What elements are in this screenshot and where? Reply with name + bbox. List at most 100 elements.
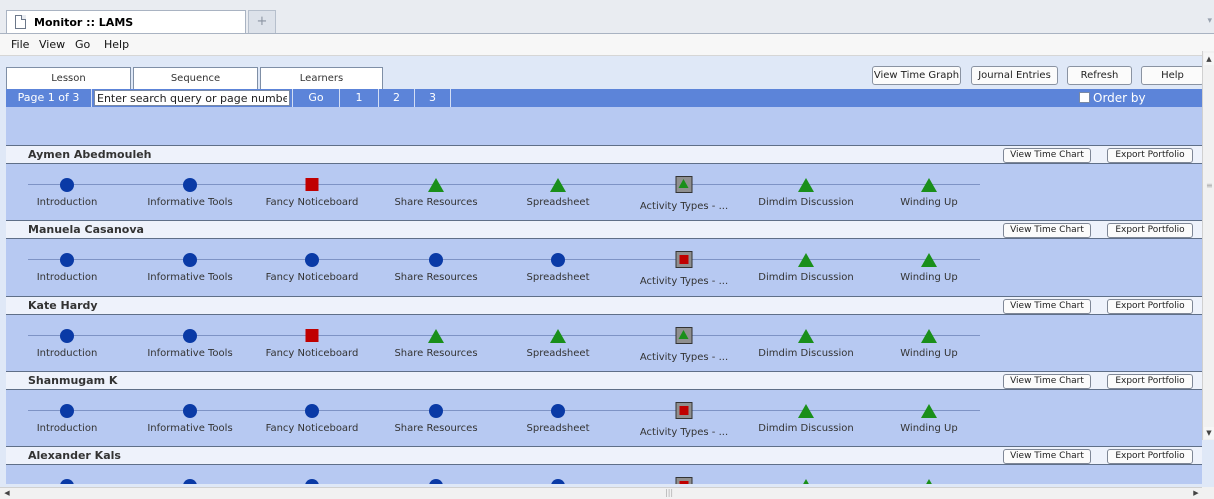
not-started-triangle-icon[interactable] (550, 178, 566, 192)
completed-circle-icon[interactable] (183, 329, 197, 343)
activity-4[interactable]: Spreadsheet (498, 164, 618, 221)
not-started-triangle-icon[interactable] (921, 404, 937, 418)
activity-5[interactable]: Activity Types - ... (624, 465, 744, 484)
view-time-chart-button[interactable]: View Time Chart (1003, 374, 1091, 389)
gate-current-square-icon[interactable] (675, 402, 693, 419)
export-portfolio-button[interactable]: Export Portfolio (1107, 299, 1193, 314)
completed-circle-icon[interactable] (183, 404, 197, 418)
not-started-triangle-icon[interactable] (428, 329, 444, 343)
activity-1[interactable]: Informative Tools (130, 239, 250, 296)
activity-1[interactable]: Informative Tools (130, 390, 250, 447)
activity-6[interactable]: Dimdim Discussion (746, 390, 866, 447)
activity-3[interactable]: Share Resources (376, 164, 496, 221)
activity-0[interactable]: Introduction (7, 390, 127, 447)
menu-view[interactable]: View (39, 38, 65, 51)
view-time-chart-button[interactable]: View Time Chart (1003, 449, 1091, 464)
activity-4[interactable]: Spreadsheet (498, 465, 618, 484)
vertical-scrollbar[interactable]: ▲ ≡ ▼ (1202, 51, 1214, 440)
order-by-completion-checkbox[interactable] (1079, 92, 1090, 103)
activity-7[interactable]: Winding Up (869, 239, 989, 296)
completed-circle-icon[interactable] (60, 253, 74, 267)
not-started-triangle-icon[interactable] (798, 253, 814, 267)
page-link-3[interactable]: 3 (415, 89, 451, 107)
not-started-triangle-icon[interactable] (921, 178, 937, 192)
export-portfolio-button[interactable]: Export Portfolio (1107, 223, 1193, 238)
activity-6[interactable]: Dimdim Discussion (746, 315, 866, 372)
activity-0[interactable]: Introduction (7, 465, 127, 484)
view-time-graph-button[interactable]: View Time Graph (872, 66, 961, 85)
not-started-triangle-icon[interactable] (798, 329, 814, 343)
completed-circle-icon[interactable] (305, 404, 319, 418)
not-started-triangle-icon[interactable] (921, 479, 937, 484)
gate-current-square-icon[interactable] (675, 251, 693, 268)
menu-file[interactable]: File (11, 38, 29, 51)
completed-circle-icon[interactable] (429, 479, 443, 484)
gate-triangle-icon[interactable] (675, 176, 693, 193)
activity-3[interactable]: Share Resources (376, 239, 496, 296)
completed-circle-icon[interactable] (305, 479, 319, 484)
help-button[interactable]: Help (1141, 66, 1204, 85)
not-started-triangle-icon[interactable] (798, 404, 814, 418)
activity-3[interactable]: Share Resources (376, 390, 496, 447)
not-started-triangle-icon[interactable] (428, 178, 444, 192)
activity-7[interactable]: Winding Up (869, 315, 989, 372)
activity-3[interactable]: Share Resources (376, 465, 496, 484)
activity-1[interactable]: Informative Tools (130, 465, 250, 484)
scroll-right-icon[interactable]: ▶ (1190, 488, 1202, 499)
not-started-triangle-icon[interactable] (798, 479, 814, 484)
not-started-triangle-icon[interactable] (921, 253, 937, 267)
completed-circle-icon[interactable] (551, 479, 565, 484)
activity-1[interactable]: Informative Tools (130, 315, 250, 372)
activity-4[interactable]: Spreadsheet (498, 315, 618, 372)
export-portfolio-button[interactable]: Export Portfolio (1107, 449, 1193, 464)
activity-0[interactable]: Introduction (7, 315, 127, 372)
scroll-left-icon[interactable]: ◀ (1, 488, 13, 499)
browser-tab[interactable]: Monitor :: LAMS (6, 10, 246, 34)
activity-0[interactable]: Introduction (7, 239, 127, 296)
activity-4[interactable]: Spreadsheet (498, 390, 618, 447)
completed-circle-icon[interactable] (429, 253, 443, 267)
not-started-triangle-icon[interactable] (798, 178, 814, 192)
scroll-down-icon[interactable]: ▼ (1204, 427, 1214, 439)
activity-7[interactable]: Winding Up (869, 164, 989, 221)
activity-4[interactable]: Spreadsheet (498, 239, 618, 296)
completed-circle-icon[interactable] (429, 404, 443, 418)
gate-triangle-icon[interactable] (675, 327, 693, 344)
not-started-triangle-icon[interactable] (921, 329, 937, 343)
activity-1[interactable]: Informative Tools (130, 164, 250, 221)
completed-circle-icon[interactable] (183, 253, 197, 267)
activity-7[interactable]: Winding Up (869, 465, 989, 484)
completed-circle-icon[interactable] (60, 479, 74, 484)
activity-5[interactable]: Activity Types - ... (624, 315, 744, 372)
page-link-2[interactable]: 2 (379, 89, 415, 107)
tab-list-chevron-icon[interactable]: ▾ (1207, 16, 1212, 26)
gate-current-square-icon[interactable] (675, 477, 693, 484)
activity-2[interactable]: Fancy Noticeboard (252, 465, 372, 484)
current-square-icon[interactable] (305, 178, 319, 191)
horizontal-scrollbar[interactable]: ◀ ||| ▶ (0, 487, 1202, 499)
completed-circle-icon[interactable] (183, 479, 197, 484)
export-portfolio-button[interactable]: Export Portfolio (1107, 374, 1193, 389)
export-portfolio-button[interactable]: Export Portfolio (1107, 148, 1193, 163)
completed-circle-icon[interactable] (551, 404, 565, 418)
activity-5[interactable]: Activity Types - ... (624, 164, 744, 221)
activity-2[interactable]: Fancy Noticeboard (252, 390, 372, 447)
tab-lesson[interactable]: Lesson (6, 67, 131, 89)
view-time-chart-button[interactable]: View Time Chart (1003, 299, 1091, 314)
page-search-input[interactable] (94, 90, 290, 106)
completed-circle-icon[interactable] (60, 178, 74, 192)
menu-go[interactable]: Go (75, 38, 90, 51)
activity-6[interactable]: Dimdim Discussion (746, 465, 866, 484)
completed-circle-icon[interactable] (60, 329, 74, 343)
tab-learners[interactable]: Learners (260, 67, 383, 90)
view-time-chart-button[interactable]: View Time Chart (1003, 148, 1091, 163)
activity-6[interactable]: Dimdim Discussion (746, 164, 866, 221)
scroll-up-icon[interactable]: ▲ (1204, 53, 1214, 65)
activity-2[interactable]: Fancy Noticeboard (252, 239, 372, 296)
activity-2[interactable]: Fancy Noticeboard (252, 164, 372, 221)
activity-0[interactable]: Introduction (7, 164, 127, 221)
refresh-button[interactable]: Refresh (1067, 66, 1132, 85)
completed-circle-icon[interactable] (551, 253, 565, 267)
view-time-chart-button[interactable]: View Time Chart (1003, 223, 1091, 238)
activity-7[interactable]: Winding Up (869, 390, 989, 447)
